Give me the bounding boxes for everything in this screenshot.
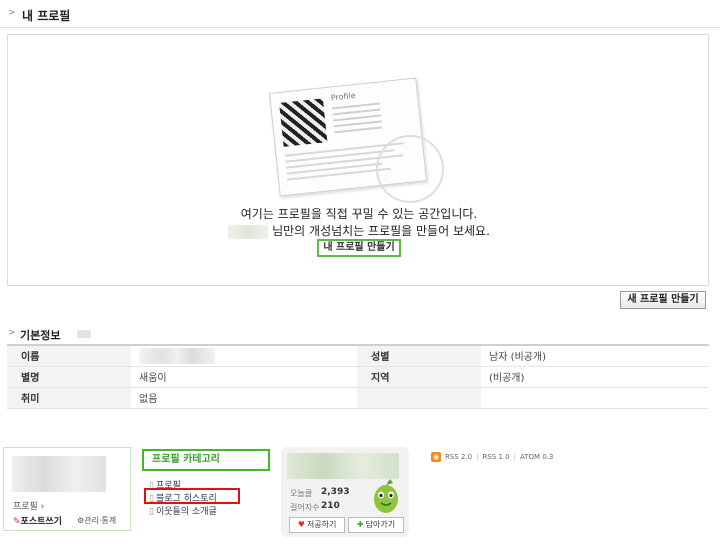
write-post-label: 포스트쓰기 (20, 517, 62, 527)
blurred-username (228, 224, 269, 239)
rss-icon: ◉ (431, 452, 441, 462)
profile-placeholder-box: Profile 여기는 프로필을 직접 꾸밀 수 있는 공간입니다. 님만의 개… (7, 34, 709, 286)
add-label: 담아가기 (365, 520, 396, 529)
table-row: 취미 없음 (7, 387, 709, 409)
manage-stats-link[interactable]: ⚙관리·통계 (77, 515, 116, 526)
blurred-profile-image (12, 456, 106, 492)
profile-link[interactable]: 프로필 › (13, 499, 44, 512)
visitors-value: 2,393 (321, 487, 350, 497)
chevron-right-icon: > (8, 8, 16, 18)
rss-links: ◉ RSS 2.0 | RSS 1.0 | ATOM 0.3 (431, 452, 553, 464)
category-label: 이웃들의 소개글 (155, 507, 217, 517)
card-line (334, 126, 383, 134)
table-row: 별명 새움이 지역 (비공개) (7, 366, 709, 388)
info-label: 성별 (357, 345, 481, 367)
basic-info-header: > 기본정보 (0, 326, 720, 344)
category-title: 프로필 카테고리 (142, 449, 270, 471)
like-button[interactable]: ♥ 저공하기 (289, 517, 345, 533)
plus-icon: ✚ (356, 520, 364, 529)
category-widget: 프로필 카테고리 ▯ 프로필 ▯ 블로그 히스토리 ▯ 이웃들의 소개글 (141, 447, 271, 531)
add-neighbor-button[interactable]: ✚ 담아가기 (348, 517, 404, 533)
zebra-photo-icon (279, 98, 328, 147)
neighbors-value: 210 (321, 501, 340, 511)
make-profile-button[interactable]: 내 프로필 만들기 (317, 239, 401, 257)
pencil-icon: ✎ (13, 517, 21, 527)
info-value (481, 387, 709, 409)
chevron-right-icon: > (8, 328, 16, 338)
info-label: 지역 (357, 366, 481, 388)
basic-info-title: 기본정보 (20, 329, 61, 342)
profile-message-line1: 여기는 프로필을 직접 꾸밀 수 있는 공간입니다. (240, 207, 478, 221)
name-value (131, 345, 357, 367)
page-header: > 내 프로필 (0, 0, 720, 28)
like-label: 저공하기 (306, 520, 337, 529)
page-title: 내 프로필 (22, 9, 71, 23)
info-value: 없음 (131, 387, 357, 409)
category-item-neighbors[interactable]: ▯ 이웃들의 소개글 (149, 504, 217, 517)
edit-icon[interactable] (77, 330, 91, 338)
naver-seal-icon (376, 135, 444, 203)
neighbors-label: 걸어지수 (290, 503, 320, 512)
rss1-link[interactable]: RSS 1.0 (482, 453, 509, 461)
profile-message-text: 님만의 개성넘치는 프로필을 만들어 보세요. (272, 224, 490, 238)
info-value: 남자 (비공개) (481, 345, 709, 367)
basic-info-table: 이름 성별 남자 (비공개) 별명 새움이 지역 (비공개) 취미 없음 (7, 344, 709, 409)
mascot-icon (374, 479, 398, 513)
info-value: (비공개) (481, 366, 709, 388)
document-icon: ▯ (149, 507, 154, 517)
info-label: 별명 (7, 366, 131, 388)
info-label: 취미 (7, 387, 131, 409)
card-title: Profile (330, 91, 357, 103)
visitors-label: 오늘클 (290, 489, 313, 498)
rss2-link[interactable]: RSS 2.0 (445, 453, 472, 461)
stats-widget: 오늘클 2,393 걸어지수 210 ♥ 저공하기 ✚ 담아가기 (281, 447, 409, 537)
heart-icon: ♥ (297, 520, 305, 529)
info-label: 이름 (7, 345, 131, 367)
atom-link[interactable]: ATOM 0.3 (520, 453, 553, 461)
write-post-button[interactable]: ✎포스트쓰기 (13, 514, 62, 527)
info-value: 새움이 (131, 366, 357, 388)
blurred-blog-title (287, 453, 399, 479)
separator: | (513, 453, 516, 461)
manage-label: 관리·통계 (84, 516, 117, 525)
profile-message-line2: 님만의 개성넘치는 프로필을 만들어 보세요. (8, 222, 710, 239)
table-row: 이름 성별 남자 (비공개) (7, 345, 709, 367)
info-label (357, 387, 481, 409)
highlight-box (144, 488, 240, 504)
new-profile-button[interactable]: 새 프로필 만들기 (620, 291, 706, 309)
profile-widget: 프로필 › ✎포스트쓰기 ⚙관리·통계 (3, 447, 131, 531)
blurred-name (139, 347, 215, 364)
separator: | (476, 453, 479, 461)
